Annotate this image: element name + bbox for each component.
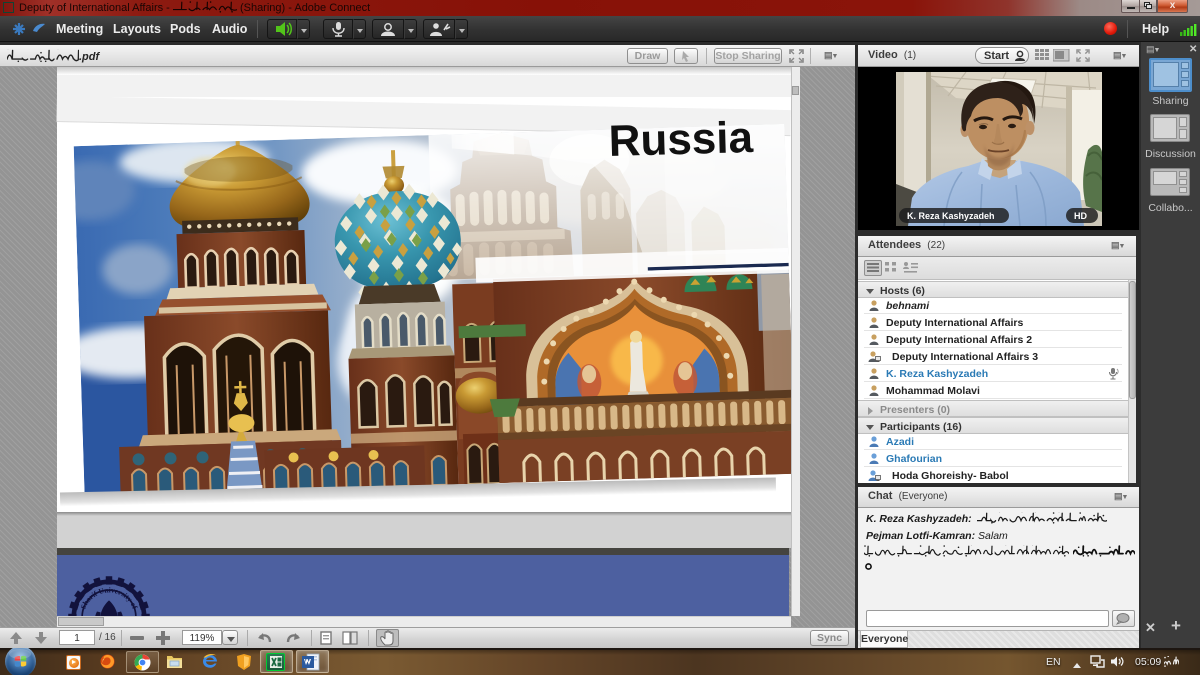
svg-text:K. Reza Kashyzadeh: K. Reza Kashyzadeh [907, 211, 995, 221]
svg-text:HD: HD [1074, 211, 1087, 221]
